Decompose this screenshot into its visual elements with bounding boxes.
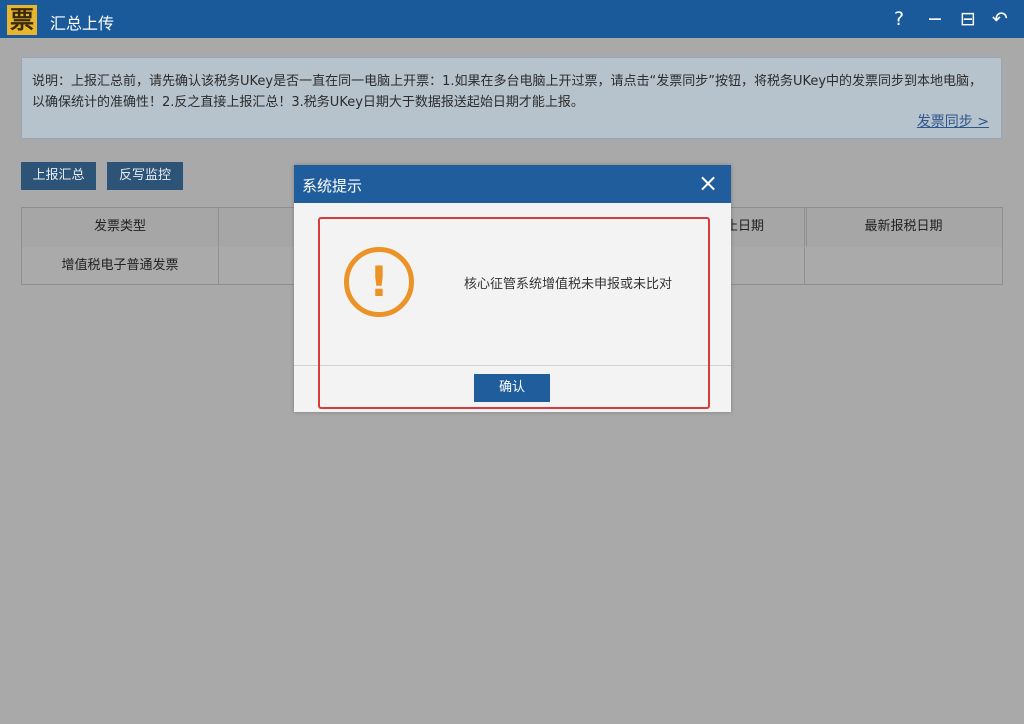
dialog-header: 系统提示 × bbox=[294, 165, 731, 203]
exclamation-icon: ! bbox=[344, 247, 414, 317]
dialog-divider bbox=[294, 365, 731, 366]
back-icon[interactable]: ↶ bbox=[988, 7, 1012, 31]
app-logo-icon: 票 bbox=[7, 5, 37, 35]
system-prompt-dialog: 系统提示 × ! 核心征管系统增值税未申报或未比对 确认 bbox=[294, 165, 731, 412]
restore-icon[interactable]: ⊟ bbox=[956, 7, 980, 31]
confirm-button[interactable]: 确认 bbox=[474, 374, 550, 402]
instruction-panel: 说明：上报汇总前，请先确认该税务UKey是否一直在同一电脑上开票：1.如果在多台… bbox=[21, 57, 1002, 139]
dialog-title: 系统提示 bbox=[302, 177, 363, 195]
report-summary-button[interactable]: 上报汇总 bbox=[21, 162, 96, 190]
close-icon[interactable]: × bbox=[695, 170, 721, 196]
minimize-icon[interactable]: − bbox=[923, 7, 947, 31]
title-bar: 票 汇总上传 ? − ⊟ ↶ bbox=[0, 0, 1024, 38]
column-header: 最新报税日期 bbox=[864, 219, 943, 234]
window-title: 汇总上传 bbox=[50, 14, 115, 33]
table-cell: 增值税电子普通发票 bbox=[22, 247, 219, 284]
column-header: 发票类型 bbox=[22, 208, 219, 246]
dialog-message: 核心征管系统增值税未申报或未比对 bbox=[464, 277, 673, 292]
help-icon[interactable]: ? bbox=[887, 7, 911, 31]
exclamation-mark: ! bbox=[369, 257, 389, 306]
writeback-monitor-button[interactable]: 反写监控 bbox=[107, 162, 183, 190]
table-cell bbox=[805, 247, 1002, 284]
dialog-body: ! 核心征管系统增值税未申报或未比对 确认 bbox=[294, 203, 731, 412]
instruction-text: 说明：上报汇总前，请先确认该税务UKey是否一直在同一电脑上开票：1.如果在多台… bbox=[32, 74, 983, 110]
invoice-sync-link[interactable]: 发票同步 > bbox=[917, 111, 989, 131]
